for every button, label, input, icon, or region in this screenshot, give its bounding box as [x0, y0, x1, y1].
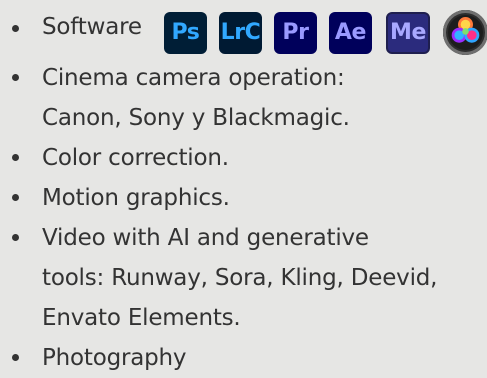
skills-list: Software Ps LrC Pr Ae Me Cinema camera o — [0, 0, 487, 378]
motion-graphics-list-item: Motion graphics. — [0, 178, 487, 218]
ai-video-tools-list-item: Video with AI and generative tools: Runw… — [0, 218, 487, 338]
ai-video-line-3: Envato Elements. — [42, 305, 241, 331]
media-encoder-icon: Me — [386, 12, 430, 54]
color-correction-text: Color correction. — [42, 145, 229, 171]
premiere-pro-icon: Pr — [274, 12, 317, 54]
software-list-item: Software Ps LrC Pr Ae Me — [0, 0, 487, 58]
lightroom-classic-icon: LrC — [219, 12, 262, 54]
davinci-resolve-icon — [443, 10, 487, 55]
camera-operation-list-item: Cinema camera operation: Canon, Sony y B… — [0, 58, 487, 138]
after-effects-icon: Ae — [329, 12, 372, 54]
color-correction-list-item: Color correction. — [0, 138, 487, 178]
motion-graphics-text: Motion graphics. — [42, 185, 230, 211]
photoshop-icon: Ps — [164, 12, 207, 54]
ai-video-line-1: Video with AI and generative — [42, 225, 369, 251]
photography-list-item: Photography — [0, 338, 487, 378]
software-label: Software — [42, 14, 142, 40]
photography-text: Photography — [42, 345, 187, 371]
camera-operation-line-1: Cinema camera operation: — [42, 65, 345, 91]
ai-video-line-2: tools: Runway, Sora, Kling, Deevid, — [42, 265, 438, 291]
camera-operation-line-2: Canon, Sony y Blackmagic. — [42, 105, 350, 131]
